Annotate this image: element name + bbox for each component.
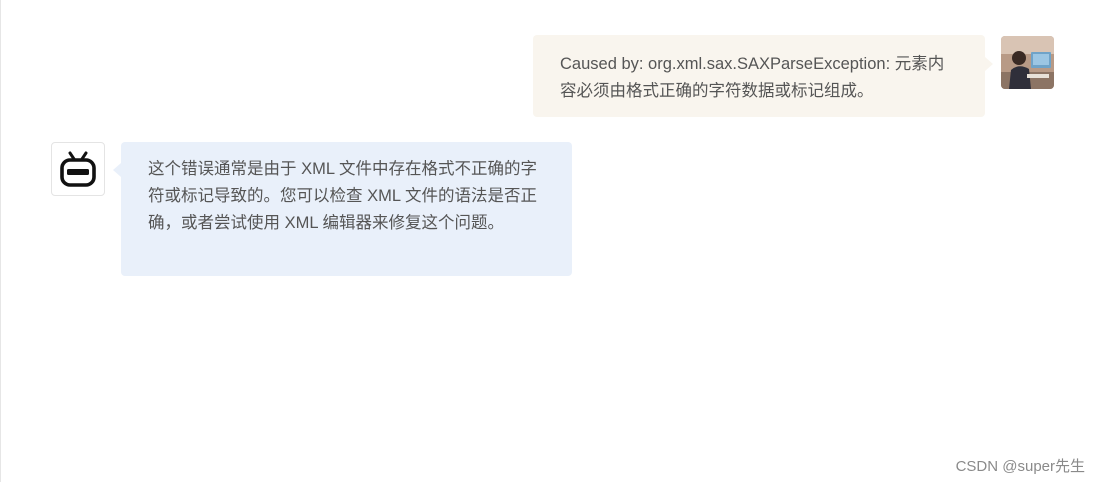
watermark: CSDN @super先生 xyxy=(955,458,1085,475)
robot-icon xyxy=(60,151,96,187)
user-message-text: Caused by: org.xml.sax.SAXParseException… xyxy=(560,55,945,100)
user-message-bubble: Caused by: org.xml.sax.SAXParseException… xyxy=(533,35,993,117)
user-avatar[interactable] xyxy=(1001,36,1054,89)
bot-message-bubble: 这个错误通常是由于 XML 文件中存在格式不正确的字符或标记导致的。您可以检查 … xyxy=(113,142,572,276)
left-divider xyxy=(0,0,1,482)
bot-message-text: 这个错误通常是由于 XML 文件中存在格式不正确的字符或标记导致的。您可以检查 … xyxy=(148,160,537,232)
user-photo-avatar-icon xyxy=(1001,36,1054,89)
bot-avatar[interactable] xyxy=(51,142,105,196)
